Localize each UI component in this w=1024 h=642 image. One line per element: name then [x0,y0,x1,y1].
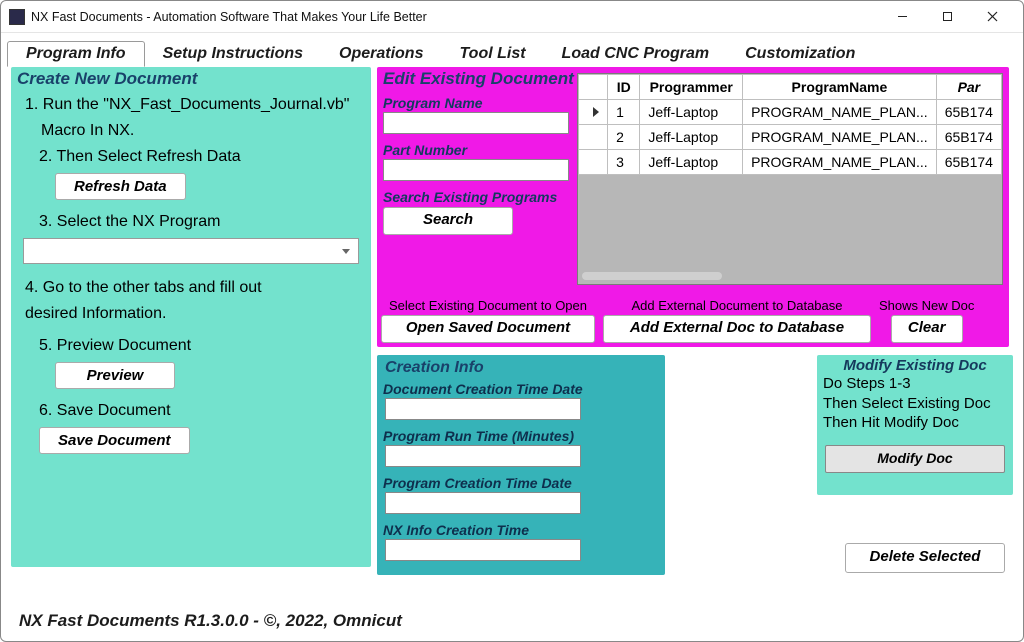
create-new-document-panel: Create New Document 1. Run the "NX_Fast_… [11,67,371,567]
cell-par: 65B174 [936,150,1001,175]
add-caption: Add External Document to Database [631,298,842,315]
step-6: 6. Save Document [11,397,371,423]
edit-existing-document-panel: Edit Existing Document Program Name Part… [377,67,1009,347]
nx-program-select[interactable] [23,238,359,264]
app-icon [9,9,25,25]
search-button[interactable]: Search [383,207,513,235]
cell-par: 65B174 [936,125,1001,150]
tab-tool-list[interactable]: Tool List [441,41,543,67]
create-panel-title: Create New Document [11,67,371,91]
creation-info-panel: Creation Info Document Creation Time Dat… [377,355,665,575]
maximize-button[interactable] [925,3,970,31]
cell-programname: PROGRAM_NAME_PLAN... [743,100,937,125]
clear-caption: Shows New Doc [879,298,974,315]
doc-creation-time-label: Document Creation Time Date [383,379,659,397]
step-5: 5. Preview Document [11,332,371,358]
open-caption: Select Existing Document to Open [389,298,587,315]
add-external-doc-button[interactable]: Add External Doc to Database [603,315,871,343]
part-number-label: Part Number [381,140,573,158]
tab-program-info[interactable]: Program Info [7,41,145,67]
titlebar: NX Fast Documents - Automation Software … [1,1,1023,33]
tabstrip: Program Info Setup Instructions Operatio… [1,33,1023,67]
cell-programmer: Jeff-Laptop [640,125,743,150]
program-run-time-input[interactable] [385,445,581,467]
program-creation-time-input[interactable] [385,492,581,514]
modify-step-1: Do Steps 1-3 [823,374,1007,394]
doc-creation-time-input[interactable] [385,398,581,420]
grid-header-par[interactable]: Par [936,75,1001,100]
modify-panel-title: Modify Existing Doc [823,357,1007,374]
step-2: 2. Then Select Refresh Data [11,143,371,169]
modify-step-3: Then Hit Modify Doc [823,413,1007,433]
cell-programmer: Jeff-Laptop [640,100,743,125]
step-4-line-b: desired Information. [11,300,371,326]
minimize-button[interactable] [880,3,925,31]
delete-selected-button[interactable]: Delete Selected [845,543,1005,573]
program-name-label: Program Name [381,93,573,111]
close-button[interactable] [970,3,1015,31]
program-run-time-label: Program Run Time (Minutes) [383,426,659,444]
cell-id: 2 [608,125,640,150]
modify-step-2: Then Select Existing Doc [823,394,1007,414]
workspace: Create New Document 1. Run the "NX_Fast_… [1,67,1023,73]
grid-header-id[interactable]: ID [608,75,640,100]
table-row[interactable]: 1 Jeff-Laptop PROGRAM_NAME_PLAN... 65B17… [579,100,1002,125]
grid-rowheader-col [579,75,608,100]
cell-id: 3 [608,150,640,175]
grid-horizontal-scrollbar[interactable] [582,272,722,280]
save-document-button[interactable]: Save Document [39,427,190,454]
grid-header-programmer[interactable]: Programmer [640,75,743,100]
cell-programmer: Jeff-Laptop [640,150,743,175]
step-4-line-a: 4. Go to the other tabs and fill out [11,274,371,300]
step-1-line-b: Macro In NX. [11,117,371,143]
cell-programname: PROGRAM_NAME_PLAN... [743,125,937,150]
modify-doc-button[interactable]: Modify Doc [825,445,1005,473]
edit-panel-title: Edit Existing Document [377,67,578,91]
nx-info-creation-time-input[interactable] [385,539,581,561]
edit-search-controls: Program Name Part Number Search Existing… [381,93,573,235]
preview-button[interactable]: Preview [55,362,175,389]
tab-customization[interactable]: Customization [727,41,873,67]
grid-header-programname[interactable]: ProgramName [743,75,937,100]
step-3: 3. Select the NX Program [11,208,371,234]
programs-grid[interactable]: ID Programmer ProgramName Par 1 Jeff-Lap… [577,73,1003,285]
table-row[interactable]: 2 Jeff-Laptop PROGRAM_NAME_PLAN... 65B17… [579,125,1002,150]
cell-par: 65B174 [936,100,1001,125]
program-creation-time-label: Program Creation Time Date [383,473,659,491]
edit-bottom-buttons: Select Existing Document to Open Open Sa… [381,298,1005,343]
row-selector-icon [593,107,599,117]
program-name-input[interactable] [383,112,569,134]
cell-id: 1 [608,100,640,125]
step-1-line-a: 1. Run the "NX_Fast_Documents_Journal.vb… [11,91,371,117]
refresh-data-button[interactable]: Refresh Data [55,173,186,200]
open-saved-document-button[interactable]: Open Saved Document [381,315,595,343]
table-row[interactable]: 3 Jeff-Laptop PROGRAM_NAME_PLAN... 65B17… [579,150,1002,175]
window-title: NX Fast Documents - Automation Software … [31,10,880,24]
cell-programname: PROGRAM_NAME_PLAN... [743,150,937,175]
tab-setup-instructions[interactable]: Setup Instructions [145,41,321,67]
search-programs-label: Search Existing Programs [381,187,573,205]
window-controls [880,3,1015,31]
modify-existing-doc-panel: Modify Existing Doc Do Steps 1-3 Then Se… [817,355,1013,495]
footer-version: NX Fast Documents R1.3.0.0 - ©, 2022, Om… [19,611,402,631]
clear-button[interactable]: Clear [891,315,963,343]
creation-panel-title: Creation Info [383,357,659,379]
tab-operations[interactable]: Operations [321,41,441,67]
nx-info-creation-time-label: NX Info Creation Time [383,520,659,538]
part-number-input[interactable] [383,159,569,181]
tab-load-cnc[interactable]: Load CNC Program [544,41,728,67]
